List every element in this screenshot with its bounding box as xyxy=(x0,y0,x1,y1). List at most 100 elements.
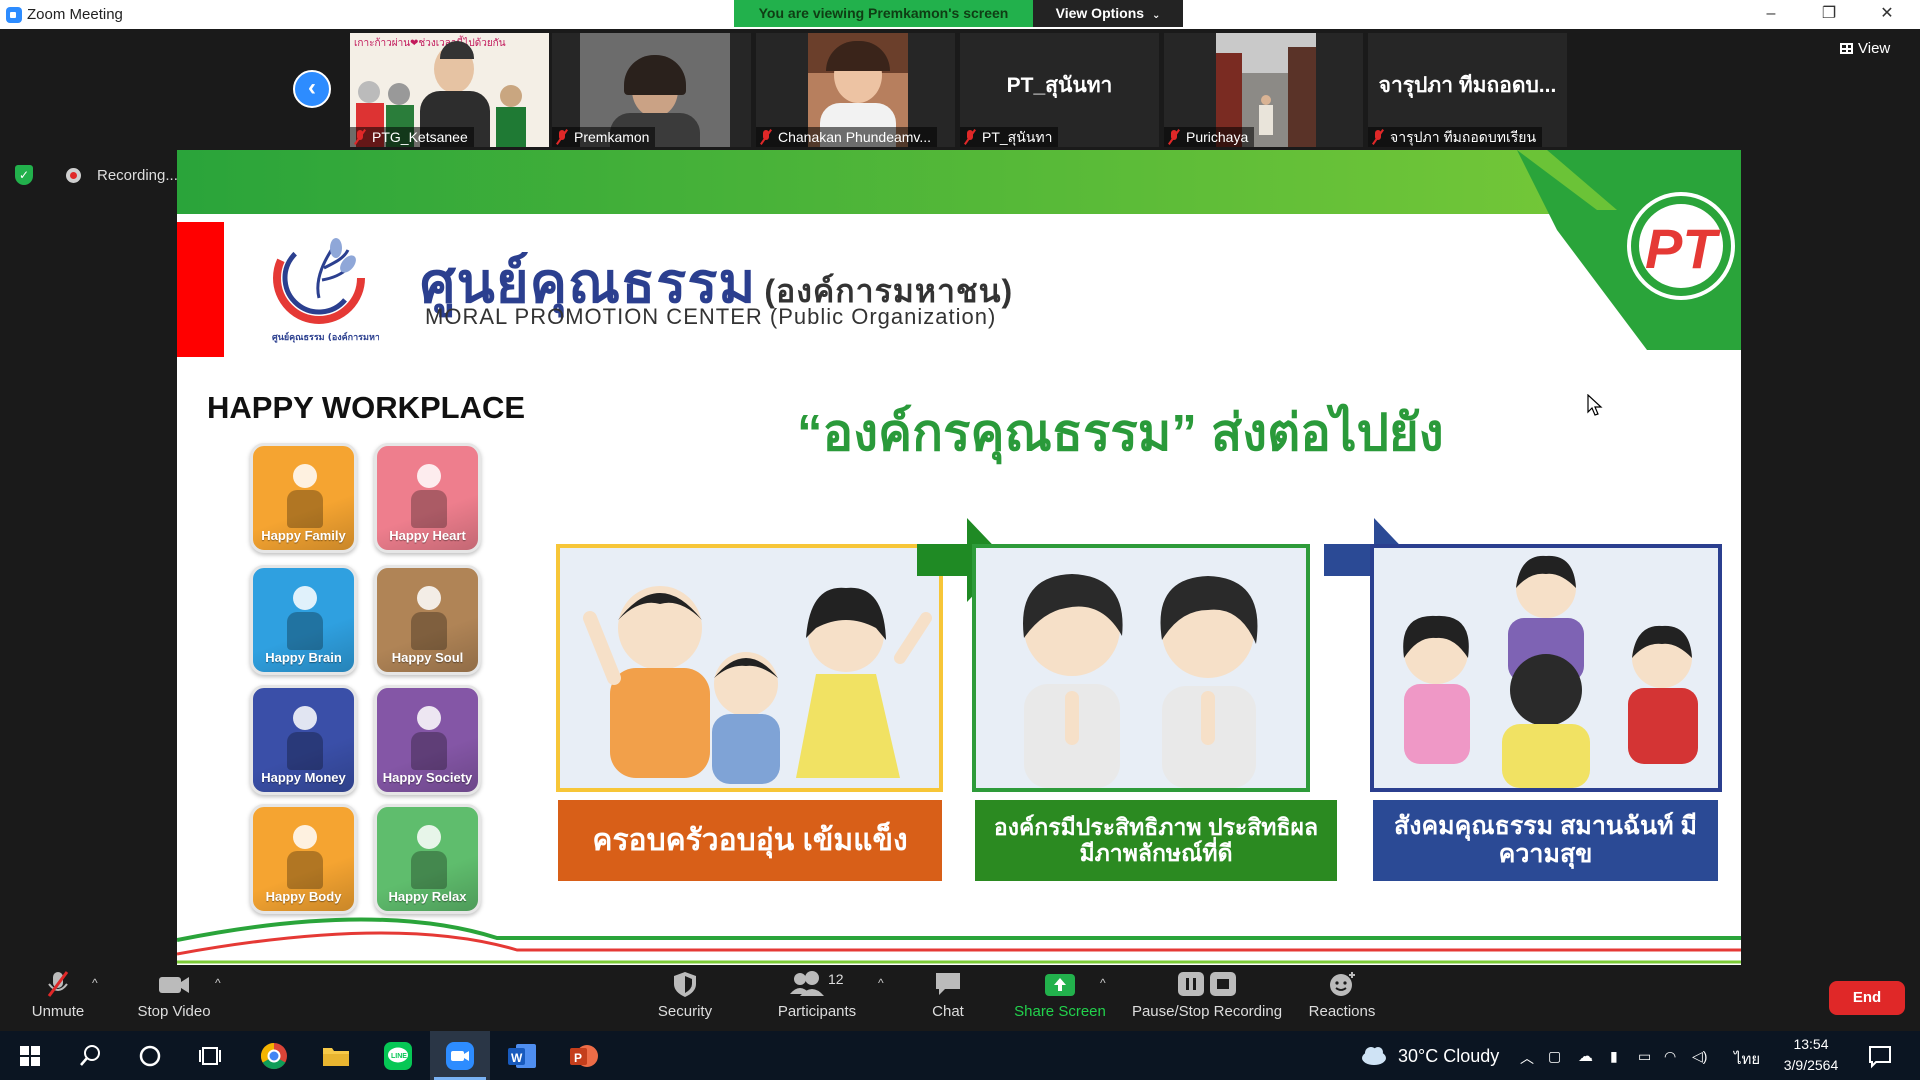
slide-top-band xyxy=(177,150,1741,214)
recording-dot-icon xyxy=(66,168,81,183)
share-options-caret[interactable]: ^ xyxy=(1100,976,1106,990)
participant-name-label: จารุปภา ทีมถอดบทเรียน xyxy=(1368,127,1543,147)
happy-workplace-title: HAPPY WORKPLACE xyxy=(207,390,526,425)
microphone-icon[interactable]: ▮ xyxy=(1610,1048,1618,1065)
wifi-icon[interactable]: ◠ xyxy=(1664,1048,1676,1065)
windows-start-icon[interactable] xyxy=(12,1038,48,1074)
mic-muted-icon xyxy=(760,130,772,144)
chat-button[interactable]: Chat xyxy=(918,970,978,1028)
onedrive-icon[interactable]: ☁ xyxy=(1578,1047,1593,1065)
restore-button[interactable]: ❐ xyxy=(1800,0,1858,29)
happy-family-card: Happy Family xyxy=(250,443,357,553)
video-camera-icon xyxy=(159,977,189,993)
svg-text:W: W xyxy=(511,1051,523,1065)
security-button[interactable]: Security xyxy=(650,970,720,1028)
family-illustration xyxy=(556,544,943,792)
volume-icon[interactable]: ◁) xyxy=(1692,1048,1707,1065)
pause-stop-recording-button[interactable]: Pause/Stop Recording xyxy=(1128,970,1286,1028)
happy-society-label: Happy Society xyxy=(382,770,473,785)
word-icon[interactable]: W xyxy=(504,1038,540,1074)
mic-muted-icon xyxy=(1372,130,1384,144)
participants-options-caret[interactable]: ^ xyxy=(878,976,884,990)
input-language[interactable]: ไทย xyxy=(1734,1047,1760,1071)
encryption-shield-icon[interactable]: ✓ xyxy=(15,165,33,185)
gallery-previous-button[interactable]: ‹ xyxy=(293,70,331,108)
view-layout-button[interactable]: View xyxy=(1840,40,1912,66)
notification-icon[interactable] xyxy=(1862,1038,1898,1074)
org-english-name: MORAL PROMOTION CENTER (Public Organizat… xyxy=(425,304,997,329)
weather-label[interactable]: 30°C Cloudy xyxy=(1398,1046,1499,1067)
mouse-cursor-icon xyxy=(1587,394,1603,416)
minimize-button[interactable]: – xyxy=(1742,0,1800,29)
participant-name-label: Premkamon xyxy=(552,127,656,147)
happy-brain-card: Happy Brain xyxy=(250,565,357,675)
mic-muted-icon xyxy=(556,130,568,144)
cloud-weather-icon[interactable] xyxy=(1356,1038,1392,1074)
organization-caption: องค์กรมีประสิทธิภาพ ประสิทธิผล มีภาพลักษ… xyxy=(975,800,1337,881)
pt-logo-text: PT xyxy=(1645,217,1721,280)
video-caption: เกาะก้าวผ่าน❤ช่วงเวลานี้ไปด้วยกัน xyxy=(354,38,506,49)
chevron-down-icon: ⌄ xyxy=(1151,10,1161,21)
video-tile-chanakan[interactable]: Chanakan Phundeamv... xyxy=(756,33,955,147)
happy-relax-label: Happy Relax xyxy=(388,889,467,904)
zoom-app-icon xyxy=(6,7,22,23)
clock-date: 3/9/2564 xyxy=(1783,1057,1839,1073)
organization-illustration xyxy=(972,544,1310,792)
participants-button[interactable]: 12 Participants xyxy=(770,970,864,1028)
cortana-icon[interactable] xyxy=(132,1038,168,1074)
view-layout-label: View xyxy=(1858,40,1891,57)
brain-figure-icon xyxy=(283,586,327,652)
mic-muted-icon xyxy=(1168,130,1180,144)
society-caption: สังคมคุณธรรม สมานฉันท์ มีความสุข xyxy=(1373,800,1718,881)
powerpoint-icon[interactable]: P xyxy=(566,1038,602,1074)
task-view-icon[interactable] xyxy=(192,1038,228,1074)
happy-heart-card: Happy Heart xyxy=(374,443,481,553)
money-figure-icon xyxy=(283,706,327,772)
stop-video-button[interactable]: Stop Video xyxy=(130,970,218,1028)
chrome-icon[interactable] xyxy=(256,1038,292,1074)
chevron-up-icon[interactable]: ︿ xyxy=(1520,1048,1534,1068)
participants-count: 12 xyxy=(828,971,844,987)
grid-icon xyxy=(1840,43,1853,54)
society-figure-icon xyxy=(407,706,451,772)
window-title: Zoom Meeting xyxy=(27,6,123,23)
soul-figure-icon xyxy=(407,586,451,652)
shield-icon xyxy=(674,972,696,997)
search-icon[interactable] xyxy=(72,1038,108,1074)
participant-name-label: Purichaya xyxy=(1164,127,1255,147)
family-caption: ครอบครัวอบอุ่น เข้มแข็ง xyxy=(558,800,942,881)
view-options-button[interactable]: View Options ⌄ xyxy=(1033,0,1183,27)
reactions-button[interactable]: Reactions xyxy=(1306,970,1378,1028)
device-icon[interactable]: ▢ xyxy=(1548,1048,1561,1065)
moral-center-logo: ศูนย์คุณธรรม (องค์การมหาชน) xyxy=(272,232,379,343)
battery-icon[interactable]: ▭ xyxy=(1638,1048,1651,1065)
file-explorer-icon[interactable] xyxy=(318,1038,354,1074)
video-tile-ptg-ketsanee[interactable]: เกาะก้าวผ่าน❤ช่วงเวลานี้ไปด้วยกัน PTG_Ke… xyxy=(350,33,549,147)
video-tile-pt-sunantha[interactable]: PT_สุนันทา PT_สุนันทา xyxy=(960,33,1159,147)
audio-options-caret[interactable]: ^ xyxy=(92,976,98,990)
society-illustration xyxy=(1370,544,1722,792)
video-options-caret[interactable]: ^ xyxy=(215,976,221,990)
mic-muted-icon xyxy=(354,130,366,144)
svg-text:LINE: LINE xyxy=(391,1053,407,1060)
pause-stop-icon xyxy=(1178,972,1236,996)
relax-figure-icon xyxy=(407,825,451,891)
participant-name-label: PTG_Ketsanee xyxy=(350,127,474,147)
heart-figure-icon xyxy=(407,464,451,530)
video-tile-jarupapa[interactable]: จารุปภา ทีมถอดบ... จารุปภา ทีมถอดบทเรียน xyxy=(1368,33,1567,147)
end-meeting-button[interactable]: End xyxy=(1829,981,1905,1015)
decorative-lines xyxy=(177,917,1741,964)
close-window-button[interactable]: ✕ xyxy=(1858,0,1916,29)
participant-display-name: PT_สุนันทา xyxy=(1006,74,1113,97)
happy-body-card: Happy Body xyxy=(250,804,357,914)
video-tile-purichaya[interactable]: Purichaya xyxy=(1164,33,1363,147)
smiley-plus-icon xyxy=(1330,972,1355,996)
chat-bubble-icon xyxy=(936,973,960,995)
video-tile-premkamon[interactable]: Premkamon xyxy=(552,33,751,147)
happy-family-label: Happy Family xyxy=(261,528,346,543)
taskbar-clock[interactable]: 13:54 3/9/2564 xyxy=(1776,1034,1846,1076)
zoom-app-taskbar-icon[interactable] xyxy=(442,1038,478,1074)
line-app-icon[interactable]: LINE xyxy=(380,1038,416,1074)
unmute-button[interactable]: Unmute xyxy=(22,970,94,1028)
share-screen-button[interactable]: Share Screen xyxy=(1010,970,1110,1028)
